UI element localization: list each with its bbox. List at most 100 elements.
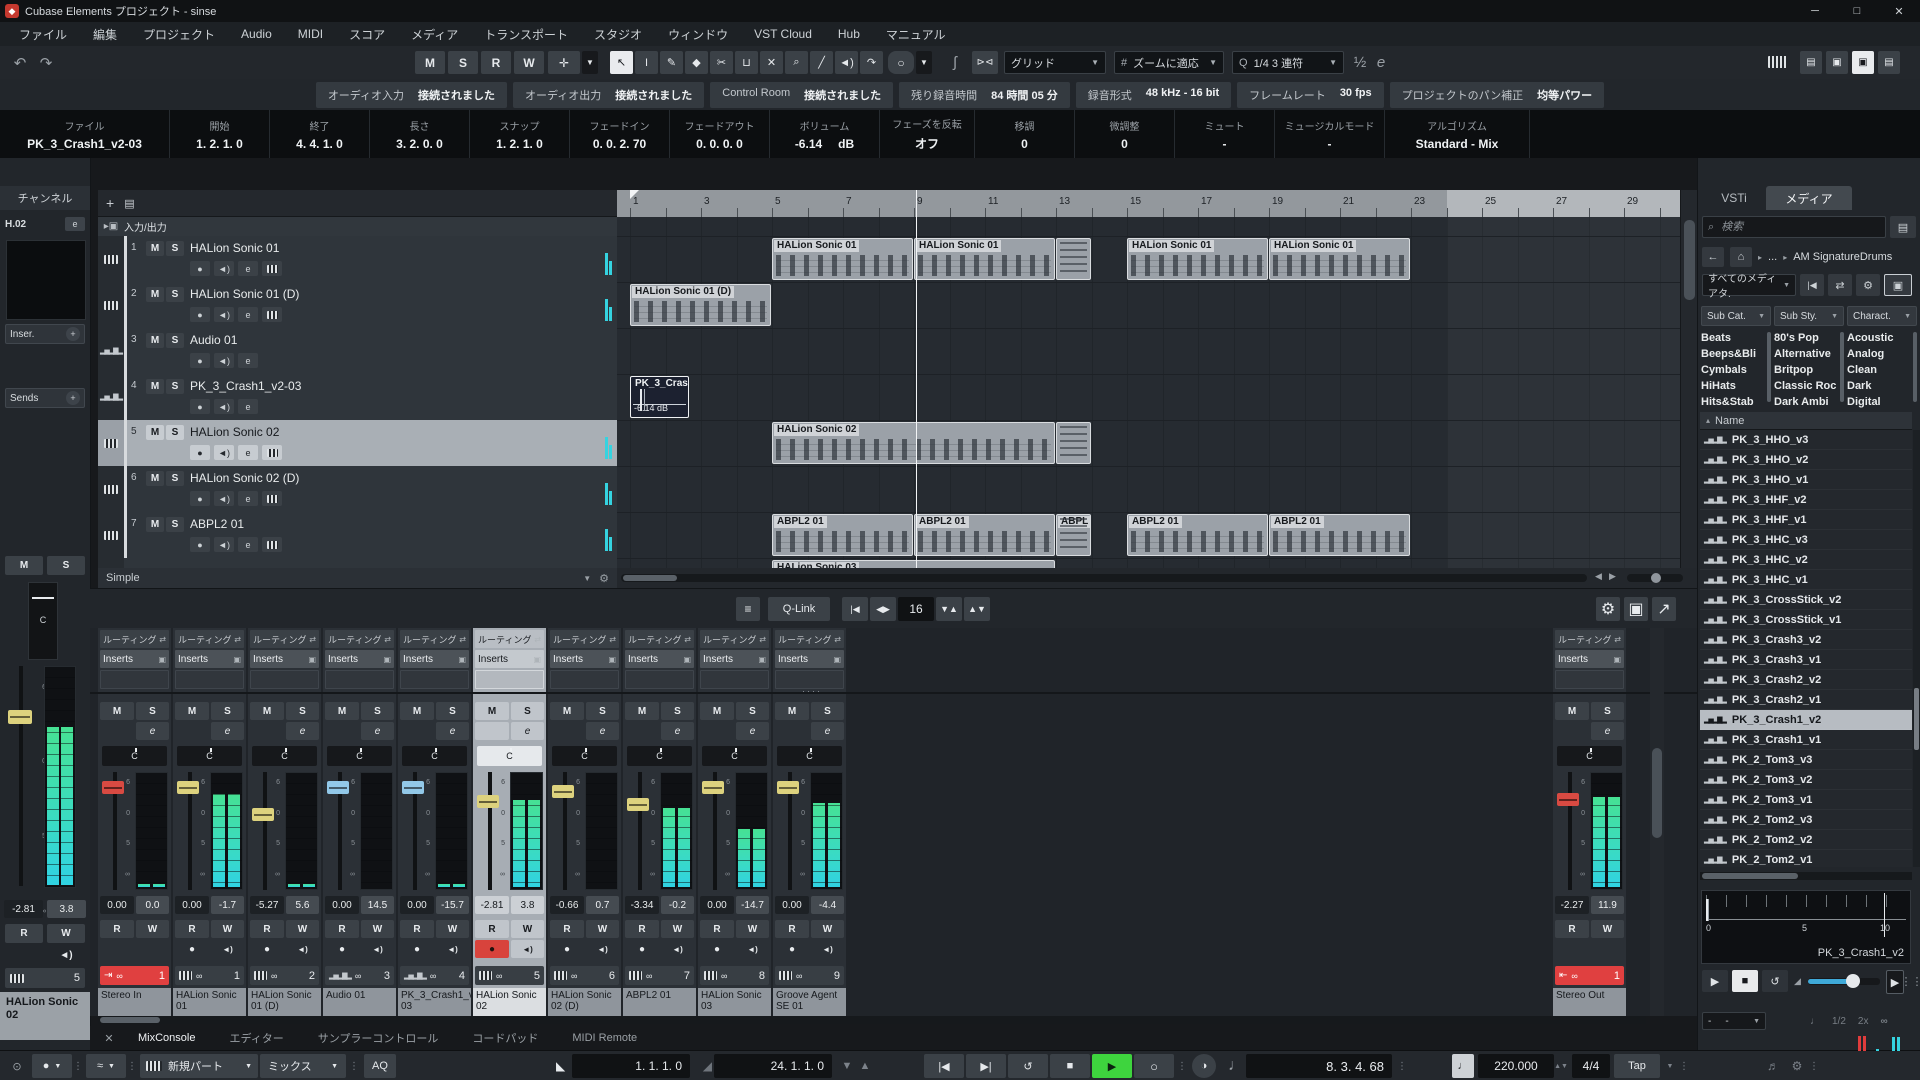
edit-channel-button[interactable]: e [238,537,258,552]
menu-item-10[interactable]: VST Cloud [741,22,825,46]
menu-item-0[interactable]: ファイル [6,22,80,46]
new-part-select[interactable]: 新規パート ▼ [140,1054,258,1078]
chevron-down-icon[interactable]: ▼ [583,574,591,583]
filter-item[interactable]: Hits&Stab [1701,394,1771,410]
strip-record-button[interactable]: ● [550,940,584,958]
monitor-button[interactable]: ◄) [214,353,234,368]
routing-rack[interactable]: ルーティング⇄ [1555,630,1624,648]
strip-monitor-button[interactable]: ◄) [736,940,769,958]
inserts-rack[interactable]: Inserts▣ [325,650,394,668]
media-file-row[interactable]: ▂▅▂▇▂PK_3_CrossStick_v1 [1700,610,1912,630]
kebab-icon[interactable]: ⋮ [74,1054,82,1078]
strip-fader[interactable]: 605∞ [701,772,731,890]
lower-zone-tab-1[interactable]: エディター [213,1026,299,1050]
strip-read-button[interactable]: R [775,920,809,938]
auto-scroll-button[interactable]: ✛ [548,51,580,74]
midi-event[interactable] [1056,238,1091,280]
info-field-9[interactable]: 移調0 [975,110,1075,158]
filter-header-1[interactable]: Sub Sty.▼ [1774,306,1844,326]
maximize-button[interactable]: □ [1836,0,1878,22]
strip-fader-value[interactable]: 0.00 [775,896,809,914]
punch-in-icon[interactable]: ▼ [840,1054,854,1078]
track-solo-button[interactable]: S [166,287,184,302]
strip-name[interactable]: HALion Sonic 02 [473,988,546,1016]
strip-mute-button[interactable]: M [100,702,134,720]
track-solo-button[interactable]: S [166,241,184,256]
routing-rack[interactable]: ルーティング⇄ [325,630,394,648]
info-field-8[interactable]: フェーズを反転オフ [880,110,975,158]
fader-handle[interactable] [777,781,799,794]
midi-keyboard-icon[interactable] [1768,56,1788,68]
strip-name[interactable]: HALion Sonic 03 [698,988,771,1016]
insert-slot[interactable] [550,670,619,689]
back-icon[interactable]: ← [1702,247,1724,267]
record-enable-button[interactable]: ● [190,491,210,506]
rack-selector[interactable]: Simple [98,572,140,584]
stop-button[interactable]: ■ [1050,1054,1090,1078]
zoom-palette-icon[interactable]: ▼▲ [936,597,962,621]
monitor-button[interactable]: ◄) [214,307,234,322]
media-file-row[interactable]: ▂▅▂▇▂PK_3_Crash3_v1 [1700,650,1912,670]
kebab-icon[interactable]: ⋮ [350,1054,358,1078]
mixer-strip-pk-3-crash1-v2-03[interactable]: ルーティング⇄Inserts▣MSeC605∞0.00-15.7RW●◄)▂▅▂… [398,628,471,1016]
menu-item-7[interactable]: トランスポート [471,22,581,46]
channel-tab[interactable]: チャンネル [0,186,90,210]
strip-pan-control[interactable]: C [777,746,842,766]
time-format-icon[interactable]: ♩ [1228,1054,1244,1078]
strip-solo-button[interactable]: S [211,702,244,720]
half-tempo-button[interactable]: 1/2 [1832,1016,1846,1027]
strip-solo-button[interactable]: S [361,702,394,720]
fader-handle[interactable] [627,798,649,811]
filter-item[interactable]: HiHats [1701,378,1771,394]
midi-event[interactable]: HALion Sonic 02 [772,422,1055,464]
minimize-button[interactable]: ─ [1794,0,1836,22]
scroll-left-icon[interactable]: ◀ [1595,571,1602,582]
audio-record-mode[interactable]: ≈▼ [86,1054,126,1078]
strip-edit-button[interactable]: e [361,722,394,740]
filter-item[interactable]: Dark Ambi [1774,394,1844,410]
go-first-icon[interactable]: |◀ [842,597,868,621]
record-enable-button[interactable]: ● [190,537,210,552]
add-track-button[interactable]: + [106,195,114,211]
strip-monitor-button[interactable]: ◄) [436,940,469,958]
media-file-row[interactable]: ▂▅▂▇▂PK_2_Tom3_v2 [1700,770,1912,790]
mixer-strip-stereo-in[interactable]: ルーティング⇄Inserts▣MSeC605∞0.000.0RW⇥∞1Stere… [98,628,171,1016]
strip-read-button[interactable]: R [1555,920,1589,938]
channel-width-icon[interactable]: ▲▼ [964,597,990,621]
mixer-strip-halion-sonic-01[interactable]: ルーティング⇄Inserts▣MSeC605∞0.00-1.7RW●◄)∞1HA… [173,628,246,1016]
strip-read-button[interactable]: R [400,920,434,938]
inserts-rack[interactable]: Inserts▣ [175,650,244,668]
mixer-vscrollbar[interactable] [1650,628,1664,1016]
snapshot-icon[interactable]: ▣ [1624,597,1648,621]
media-file-row[interactable]: ▂▅▂▇▂PK_3_HHO_v2 [1700,450,1912,470]
track-solo-button[interactable]: S [166,379,184,394]
go-end-button[interactable]: ▶| [966,1054,1006,1078]
filter-scrollbar[interactable] [1840,332,1844,402]
instrument-button[interactable] [262,537,282,552]
iterative-quantize-button[interactable]: ½ [1350,51,1370,74]
routing-rack[interactable]: ルーティング⇄ [700,630,769,648]
grid-type-select[interactable]: # ズームに適応▼ [1114,51,1224,74]
inserts-section[interactable]: Inser.+ [5,324,85,344]
strip-edit-button[interactable]: e [586,722,619,740]
menu-item-4[interactable]: MIDI [285,22,336,46]
filter-header-2[interactable]: Charact.▼ [1847,306,1917,326]
tempo-value[interactable]: 220.000 [1478,1054,1554,1078]
strip-write-button[interactable]: W [586,920,619,938]
record-enable-button[interactable]: ● [190,445,210,460]
info-field-3[interactable]: 長さ3. 2. 0. 0 [370,110,470,158]
strip-name[interactable]: Stereo In [98,988,171,1016]
file-list-hscrollbar[interactable] [1700,872,1912,880]
preview-loop-button[interactable]: ↺ [1762,970,1788,992]
media-file-row[interactable]: ▂▅▂▇▂PK_3_Crash2_v2 [1700,670,1912,690]
strip-name[interactable]: ABPL2 01 [623,988,696,1016]
menu-item-9[interactable]: ウィンドウ [655,22,741,46]
tap-tempo-button[interactable]: Tap [1614,1054,1660,1078]
info-field-1[interactable]: 開始1. 2. 1. 0 [170,110,270,158]
strip-pan-control[interactable]: C [177,746,242,766]
midi-event[interactable]: ABPL2 01 [772,514,913,556]
strip-monitor-button[interactable]: ◄) [361,940,394,958]
monitor-button[interactable]: ◄) [214,491,234,506]
monitor-button[interactable]: ◄) [214,537,234,552]
fader-handle[interactable] [177,781,199,794]
